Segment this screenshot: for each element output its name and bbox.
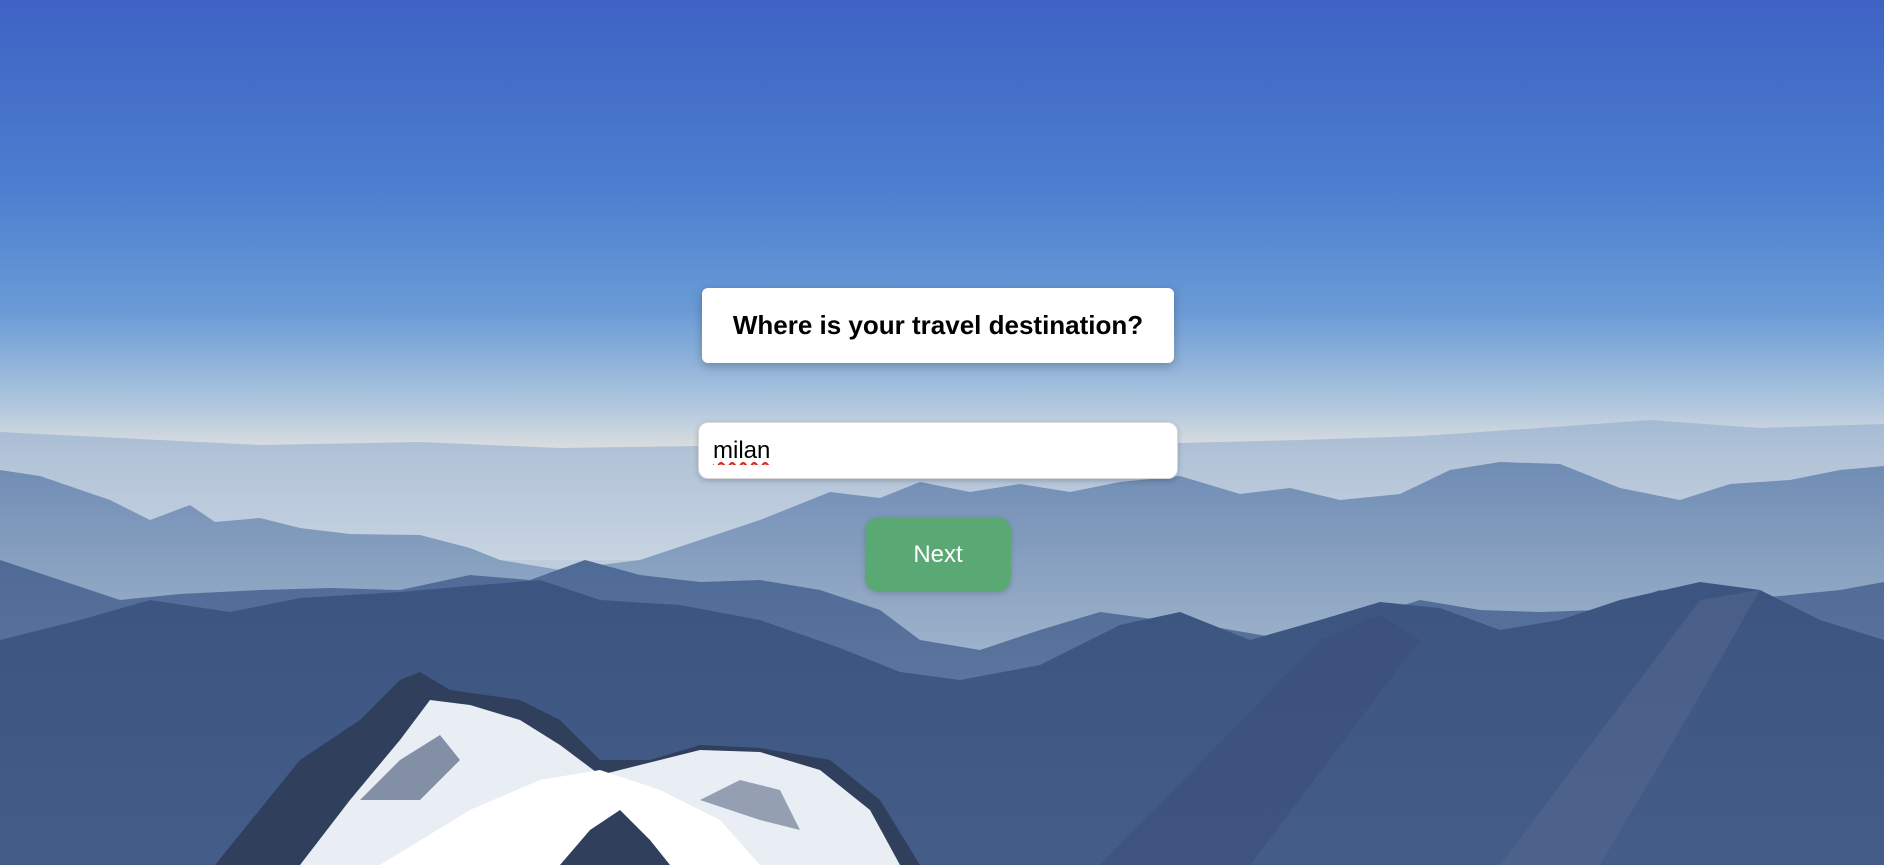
next-button[interactable]: Next: [865, 517, 1011, 592]
destination-input[interactable]: [698, 422, 1178, 479]
question-title: Where is your travel destination?: [732, 310, 1144, 340]
question-card: Where is your travel destination?: [702, 288, 1174, 363]
